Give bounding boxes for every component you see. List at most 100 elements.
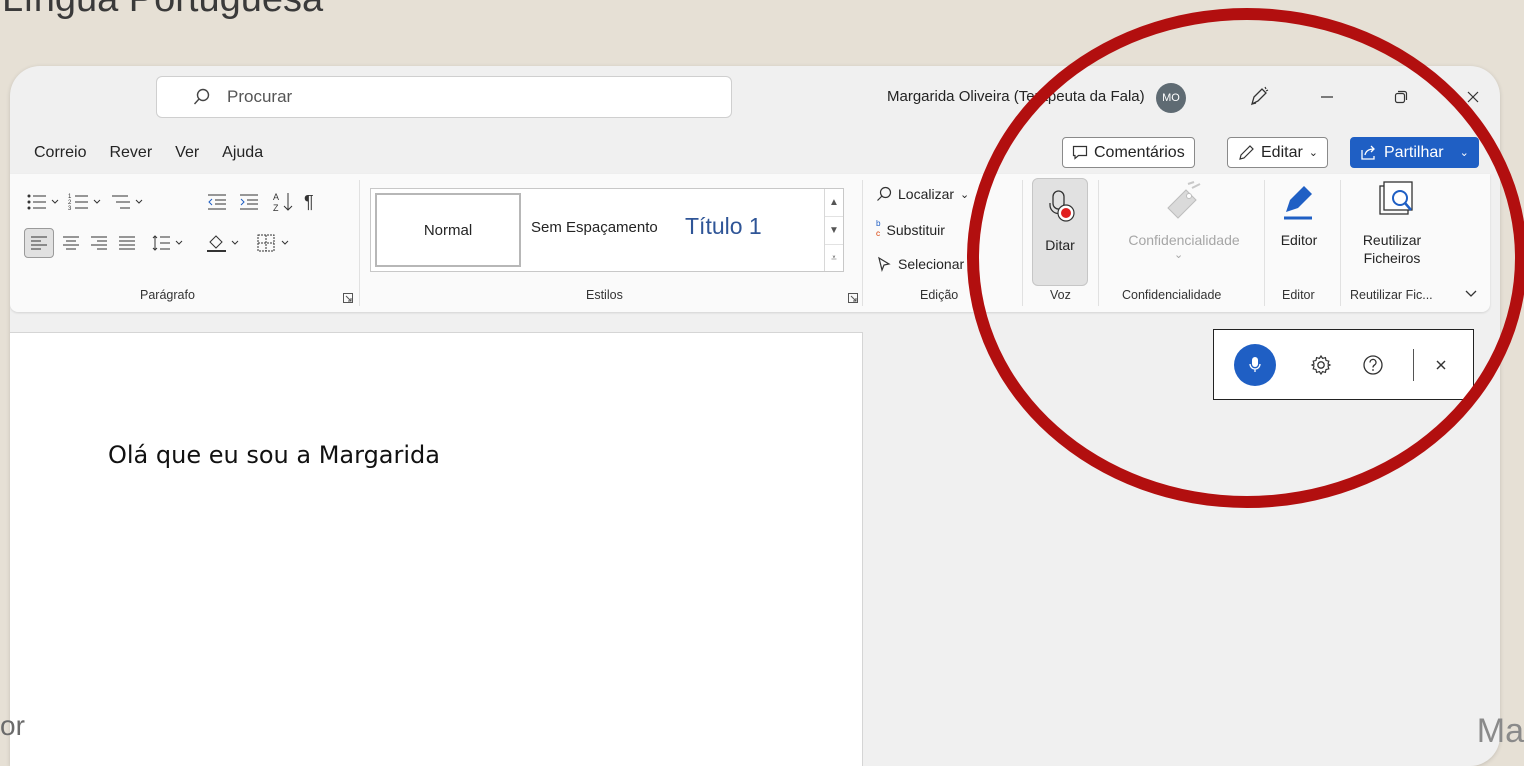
word-window: Margarida Oliveira (Terapeuta da Fala) M… <box>10 66 1500 766</box>
search-icon <box>877 186 892 201</box>
replace-button[interactable]: ᵇᶜ Substituir <box>876 218 945 242</box>
justify-icon <box>119 236 135 250</box>
search-input[interactable] <box>225 86 629 108</box>
line-spacing-icon <box>152 235 183 251</box>
document-page[interactable]: Olá que eu sou a Margarida <box>10 332 863 766</box>
close-window-icon[interactable] <box>1456 80 1490 114</box>
chevron-down-icon: ⌄ <box>960 188 970 201</box>
slide-footer-left: or <box>0 710 25 741</box>
bullet-list-icon <box>27 194 59 210</box>
tab-ajuda[interactable]: Ajuda <box>222 144 263 162</box>
chevron-down-icon[interactable]: ▼ <box>825 217 843 245</box>
numbered-list-icon: 123 <box>68 194 101 212</box>
ribbon-tabs: Correio Rever Ver Ajuda <box>34 144 286 162</box>
numbering-button[interactable]: 123 <box>68 190 102 214</box>
sensitivity-label-icon <box>1167 181 1201 219</box>
chevron-down-icon: ⌄ <box>970 258 980 271</box>
borders-button[interactable] <box>256 231 290 255</box>
share-label: Partilhar <box>1384 143 1444 161</box>
reuse-files-button-line1[interactable]: Reutilizar <box>1354 232 1430 248</box>
chevron-down-icon: ⌄ <box>1174 249 1184 261</box>
styles-launcher-icon[interactable] <box>848 286 858 310</box>
borders-icon <box>257 234 289 252</box>
decrease-indent-button[interactable] <box>206 190 228 214</box>
tab-rever[interactable]: Rever <box>109 144 152 162</box>
more-styles-icon[interactable]: ⩡ <box>825 245 843 272</box>
svg-text:A: A <box>273 192 279 202</box>
cursor-arrow-icon <box>878 256 891 272</box>
justify-button[interactable] <box>118 231 136 255</box>
avatar[interactable]: MO <box>1156 83 1186 113</box>
editor-button[interactable]: Editor <box>1274 232 1324 248</box>
chevron-down-icon: ⌄ <box>1308 147 1319 159</box>
voice-group-label: Voz <box>1050 288 1071 302</box>
replace-icon: ᵇᶜ <box>876 218 881 242</box>
editor-pen-icon <box>1284 186 1312 220</box>
search-box[interactable] <box>156 76 732 118</box>
show-marks-button[interactable]: ¶ <box>304 190 314 214</box>
ribbon: 123 AZ ¶ Parágrafo Normal Sem Espaçament… <box>10 174 1490 312</box>
sort-az-icon: AZ <box>273 192 293 213</box>
dictation-close-icon[interactable] <box>1428 352 1454 378</box>
search-icon <box>193 88 210 105</box>
tab-ver[interactable]: Ver <box>175 144 199 162</box>
style-title1[interactable]: Título 1 <box>685 213 762 240</box>
select-button[interactable]: Selecionar ⌄ <box>876 256 979 272</box>
editing-group-label: Edição <box>920 288 959 302</box>
toolbar-divider <box>1413 349 1414 381</box>
align-center-icon <box>63 236 79 250</box>
style-normal[interactable]: Normal <box>375 193 521 267</box>
dictation-mic-button[interactable] <box>1234 344 1276 386</box>
sort-button[interactable]: AZ <box>272 190 294 214</box>
dictation-help-icon[interactable] <box>1360 352 1386 378</box>
replace-label: Substituir <box>886 222 945 238</box>
group-separator <box>359 180 360 306</box>
dictate-button[interactable]: Ditar <box>1032 178 1088 286</box>
ribbon-expand-chevron-icon[interactable] <box>1464 282 1478 306</box>
edit-mode-button[interactable]: Editar ⌄ <box>1227 137 1329 168</box>
slide-title: Língua Portuguesa <box>2 0 323 21</box>
pencil-icon <box>1239 144 1254 160</box>
align-right-icon <box>91 236 107 250</box>
sensitivity-button[interactable]: Confidencialidade <box>1112 232 1256 248</box>
group-separator <box>1264 180 1265 306</box>
align-right-button[interactable] <box>90 231 108 255</box>
reuse-files-button-line2[interactable]: Ficheiros <box>1354 250 1430 266</box>
group-separator <box>1098 180 1099 306</box>
editor-group-label: Editor <box>1282 288 1315 302</box>
paragraph-launcher-icon[interactable] <box>343 286 353 310</box>
restore-icon[interactable] <box>1384 80 1418 114</box>
style-no-spacing[interactable]: Sem Espaçamento <box>531 219 667 236</box>
align-center-button[interactable] <box>62 231 80 255</box>
paint-bucket-icon <box>207 235 239 252</box>
find-button[interactable]: Localizar ⌄ <box>876 186 969 202</box>
line-spacing-button[interactable] <box>152 231 184 255</box>
tab-correio[interactable]: Correio <box>34 144 86 162</box>
chevron-up-icon[interactable]: ▲ <box>825 189 843 217</box>
decrease-indent-icon <box>208 194 226 210</box>
svg-text:3: 3 <box>68 206 72 212</box>
share-chevron-icon[interactable]: ⌄ <box>1460 146 1469 159</box>
dictation-settings-icon[interactable] <box>1308 352 1334 378</box>
multilevel-list-button[interactable] <box>110 190 144 214</box>
reuse-files-group-label: Reutilizar Fic... <box>1350 288 1433 302</box>
align-left-icon <box>31 236 47 250</box>
share-button[interactable]: Partilhar ⌄ <box>1350 137 1479 168</box>
share-icon <box>1361 145 1375 160</box>
increase-indent-button[interactable] <box>238 190 260 214</box>
reuse-files-icon <box>1379 181 1413 215</box>
comments-button[interactable]: Comentários <box>1062 137 1195 168</box>
bullets-button[interactable] <box>26 190 60 214</box>
group-separator <box>1340 180 1341 306</box>
minimize-icon[interactable] <box>1310 80 1344 114</box>
shading-button[interactable] <box>206 231 240 255</box>
styles-gallery-scroll[interactable]: ▲ ▼ ⩡ <box>824 189 843 271</box>
document-text[interactable]: Olá que eu sou a Margarida <box>108 441 440 469</box>
comments-label: Comentários <box>1094 143 1185 161</box>
styles-gallery: Normal Sem Espaçamento Título 1 ▲ ▼ ⩡ <box>370 188 844 272</box>
styles-group-label: Estilos <box>586 288 623 302</box>
dictation-toolbar <box>1213 329 1474 400</box>
find-label: Localizar <box>898 186 955 202</box>
align-left-button[interactable] <box>24 228 54 258</box>
designer-pen-icon[interactable] <box>1242 80 1276 114</box>
